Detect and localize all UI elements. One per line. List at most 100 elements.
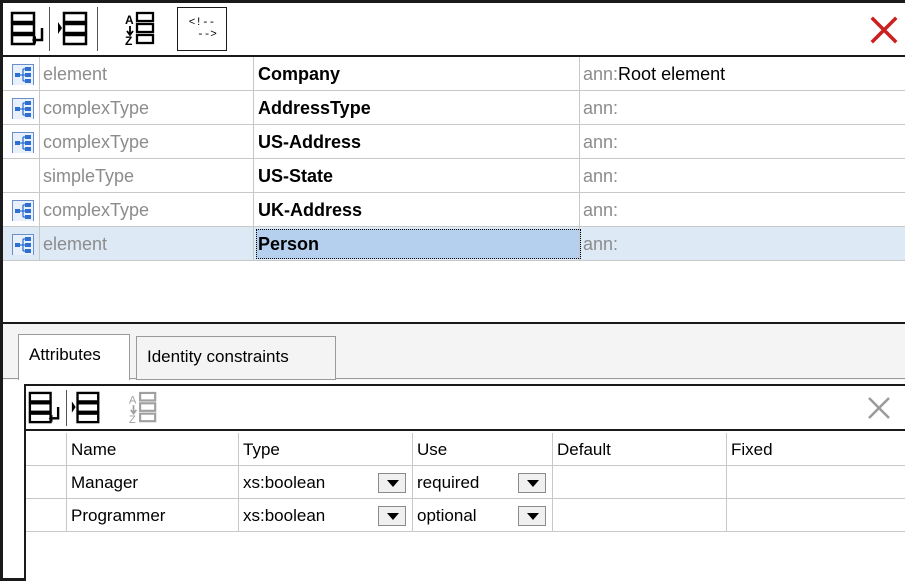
sort-az-icon: A Z <box>129 391 157 426</box>
use-dropdown-button[interactable] <box>518 473 546 493</box>
component-name[interactable]: US-Address <box>258 125 361 159</box>
type-dropdown-button[interactable] <box>378 506 406 526</box>
component-annotation[interactable]: ann: <box>583 227 618 261</box>
svg-text:A: A <box>125 13 134 27</box>
component-name[interactable]: AddressType <box>258 91 371 125</box>
component-row[interactable]: complexType UK-Address ann: <box>3 193 905 227</box>
annotation-text: Root element <box>618 64 726 84</box>
attribute-row[interactable]: Programmer xs:boolean optional <box>26 499 905 532</box>
append-attribute-button[interactable] <box>28 390 64 426</box>
column-header[interactable]: Name <box>71 433 116 466</box>
component-name[interactable]: UK-Address <box>258 193 362 227</box>
column-header[interactable]: Type <box>243 433 280 466</box>
component-kind: complexType <box>43 98 150 118</box>
svg-text:Z: Z <box>125 34 132 48</box>
svg-text:A: A <box>129 394 137 406</box>
delete-attribute-button[interactable] <box>865 394 893 422</box>
comment-icon-top: <!-- <box>188 17 216 29</box>
diagram-view-icon[interactable] <box>12 199 36 221</box>
annotation-prefix: ann: <box>583 234 619 254</box>
grid-column-divider <box>412 433 413 532</box>
component-row[interactable]: complexType US-Address ann: <box>3 125 905 159</box>
tab-attributes[interactable]: Attributes <box>18 334 130 380</box>
sort-components-button[interactable]: A Z <box>119 7 159 51</box>
component-name[interactable]: Company <box>258 57 340 91</box>
column-divider <box>39 193 40 227</box>
append-icon <box>28 391 60 424</box>
component-annotation[interactable]: ann: <box>583 159 618 193</box>
component-kind: complexType <box>43 200 150 220</box>
attribute-use-cell[interactable]: optional <box>417 499 477 532</box>
attribute-use-cell[interactable]: required <box>417 466 479 499</box>
component-row[interactable]: element Person ann: <box>3 227 905 261</box>
component-name[interactable]: US-State <box>258 159 333 193</box>
diagram-view-icon[interactable] <box>12 63 36 85</box>
insert-icon <box>71 391 100 424</box>
column-divider <box>579 57 580 91</box>
column-divider <box>579 193 580 227</box>
column-divider <box>253 57 254 91</box>
annotation-prefix: ann: <box>583 64 619 84</box>
sort-attributes-button[interactable]: A Z <box>126 390 162 426</box>
grid-column-divider <box>726 433 727 532</box>
use-dropdown-button[interactable] <box>518 506 546 526</box>
component-kind: simpleType <box>43 166 135 186</box>
component-row[interactable]: element Company ann:Root element <box>3 57 905 91</box>
column-divider <box>579 227 580 261</box>
type-dropdown-button[interactable] <box>378 473 406 493</box>
column-divider <box>39 91 40 125</box>
insert-component-button[interactable] <box>53 7 93 51</box>
diagram-view-icon[interactable] <box>12 233 36 255</box>
delete-component-button[interactable] <box>869 13 899 47</box>
component-kind: element <box>43 64 108 84</box>
append-component-button[interactable] <box>7 7 47 51</box>
component-annotation[interactable]: ann:Root element <box>583 57 725 91</box>
column-divider <box>253 159 254 193</box>
diagram-view-icon[interactable] <box>12 131 36 153</box>
xml-comment-icon: <!-- --> <box>187 17 217 41</box>
column-divider <box>39 159 40 193</box>
comment-toggle-button[interactable]: <!-- --> <box>177 7 227 51</box>
column-divider <box>579 91 580 125</box>
components-toolbar: A Z <!-- --> <box>3 3 905 57</box>
tab-identity-constraints[interactable]: Identity constraints <box>136 336 336 380</box>
column-divider <box>253 193 254 227</box>
component-row[interactable]: complexType AddressType ann: <box>3 91 905 125</box>
attributes-panel: A Z Name Type Use Default Fixed Manager xs:boo… <box>24 384 905 581</box>
column-divider <box>253 125 254 159</box>
toolbar-separator <box>49 7 50 51</box>
column-divider <box>579 125 580 159</box>
grid-column-divider <box>552 433 553 532</box>
component-kind: complexType <box>43 132 150 152</box>
attribute-name-cell[interactable]: Manager <box>71 466 138 499</box>
component-annotation[interactable]: ann: <box>583 125 618 159</box>
toolbar-separator <box>66 390 67 426</box>
column-divider <box>39 227 40 261</box>
attribute-row[interactable]: Manager xs:boolean required <box>26 466 905 499</box>
insert-icon <box>58 11 88 46</box>
attributes-toolbar: A Z <box>26 386 905 431</box>
component-name[interactable]: Person <box>258 227 319 261</box>
close-icon <box>870 16 898 44</box>
component-kind: element <box>43 234 108 254</box>
insert-attribute-button[interactable] <box>70 390 106 426</box>
annotation-prefix: ann: <box>583 200 619 220</box>
append-icon <box>10 11 44 46</box>
column-divider <box>579 159 580 193</box>
attribute-type-cell[interactable]: xs:boolean <box>243 499 325 532</box>
column-divider <box>253 227 254 261</box>
diagram-view-icon[interactable] <box>12 97 36 119</box>
column-header[interactable]: Fixed <box>731 433 773 466</box>
attribute-type-cell[interactable]: xs:boolean <box>243 466 325 499</box>
column-header[interactable]: Use <box>417 433 447 466</box>
attribute-name-cell[interactable]: Programmer <box>71 499 165 532</box>
component-annotation[interactable]: ann: <box>583 193 618 227</box>
toolbar-separator <box>97 7 98 51</box>
column-header[interactable]: Default <box>557 433 611 466</box>
component-annotation[interactable]: ann: <box>583 91 618 125</box>
sort-az-icon: A Z <box>125 11 155 48</box>
svg-text:Z: Z <box>129 414 136 426</box>
annotation-prefix: ann: <box>583 166 619 186</box>
component-row[interactable]: simpleType US-State ann: <box>3 159 905 193</box>
grid-column-divider <box>66 433 67 532</box>
